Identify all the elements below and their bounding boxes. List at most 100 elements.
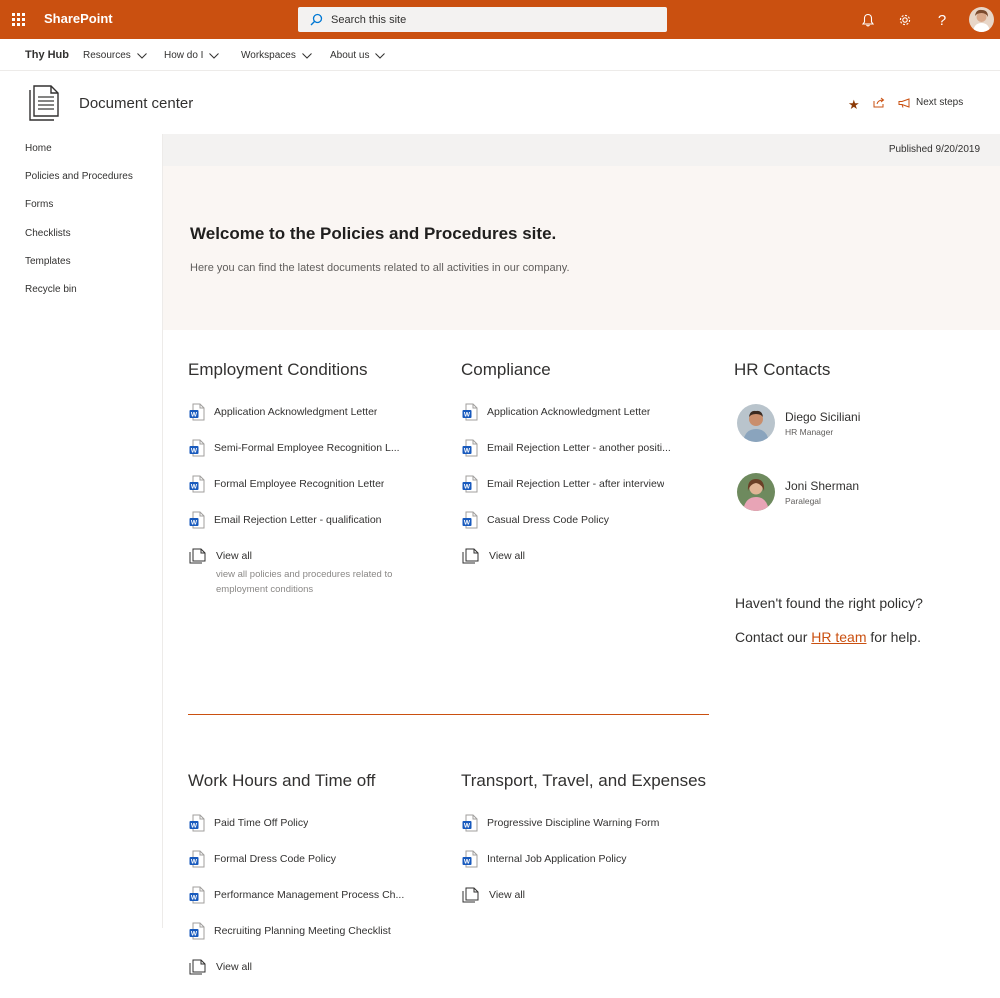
person-photo-icon <box>737 473 775 511</box>
view-all-label: View all <box>216 961 252 973</box>
view-all-link[interactable]: View all <box>462 887 525 903</box>
nav-item-recycle-bin[interactable]: Recycle bin <box>25 284 77 295</box>
hub-nav-workspaces[interactable]: Workspaces <box>241 50 312 61</box>
contact-name: Joni Sherman <box>785 478 860 493</box>
bell-icon <box>862 13 874 27</box>
document-link[interactable]: Casual Dress Code Policy <box>462 511 702 529</box>
document-label: Application Acknowledgment Letter <box>214 406 378 418</box>
document-link[interactable]: Formal Dress Code Policy <box>189 850 429 868</box>
section-title-compliance: Compliance <box>461 360 551 379</box>
word-document-icon <box>189 814 205 832</box>
site-header: Document center ★ Next steps <box>0 71 1000 134</box>
word-document-icon <box>462 439 478 457</box>
nav-item-policies[interactable]: Policies and Procedures <box>25 171 133 182</box>
document-link[interactable]: Internal Job Application Policy <box>462 850 702 868</box>
hub-title-link[interactable]: Thy Hub <box>25 49 69 61</box>
contact-details: Diego Siciliani HR Manager <box>785 410 860 437</box>
share-icon <box>873 97 885 108</box>
hub-nav-resources[interactable]: Resources <box>83 50 147 61</box>
contact-card[interactable]: Joni Sherman Paralegal <box>737 473 859 511</box>
hub-nav-about-us[interactable]: About us <box>330 50 385 61</box>
word-document-icon <box>462 511 478 529</box>
hub-nav-label: How do I <box>164 50 204 61</box>
document-label: Formal Dress Code Policy <box>214 853 336 865</box>
document-label: Email Rejection Letter - qualification <box>214 514 382 526</box>
nav-item-templates[interactable]: Templates <box>25 256 71 267</box>
nav-item-forms[interactable]: Forms <box>25 199 53 210</box>
app-launcher-icon <box>11 13 25 26</box>
notifications-button[interactable] <box>857 9 879 31</box>
document-label: Performance Management Process Ch... <box>214 889 405 901</box>
document-link[interactable]: Progressive Discipline Warning Form <box>462 814 702 832</box>
hub-nav-how-do-i[interactable]: How do I <box>164 50 219 61</box>
section-divider <box>188 714 709 715</box>
document-link[interactable]: Email Rejection Letter - qualification <box>189 511 429 529</box>
hub-nav-label: Workspaces <box>241 50 296 61</box>
word-document-icon <box>462 403 478 421</box>
share-button[interactable] <box>873 97 885 108</box>
document-label: Casual Dress Code Policy <box>487 514 609 526</box>
site-title[interactable]: Document center <box>79 95 193 112</box>
document-link[interactable]: Formal Employee Recognition Letter <box>189 475 429 493</box>
search-box[interactable] <box>298 7 667 32</box>
hub-nav-label: About us <box>330 50 370 61</box>
contact-card[interactable]: Diego Siciliani HR Manager <box>737 404 860 442</box>
document-label: Application Acknowledgment Letter <box>487 406 651 418</box>
help-icon: ? <box>937 11 947 29</box>
word-document-icon <box>189 511 205 529</box>
document-link[interactable]: Semi-Formal Employee Recognition L... <box>189 439 429 457</box>
app-name-link[interactable]: SharePoint <box>44 11 113 26</box>
document-label: Email Rejection Letter - after interview <box>487 478 665 490</box>
gear-icon <box>899 14 911 26</box>
published-bar: Published 9/20/2019 <box>163 134 1000 166</box>
document-label: Internal Job Application Policy <box>487 853 627 865</box>
section-title-work-hours: Work Hours and Time off <box>188 771 376 790</box>
nav-item-checklists[interactable]: Checklists <box>25 228 71 239</box>
document-link[interactable]: Recruiting Planning Meeting Checklist <box>189 922 429 940</box>
document-link[interactable]: Email Rejection Letter - another positi.… <box>462 439 702 457</box>
word-document-icon <box>189 922 205 940</box>
help-button[interactable]: ? <box>931 9 953 31</box>
word-document-icon <box>189 403 205 421</box>
star-filled-icon: ★ <box>848 97 860 112</box>
published-date: Published 9/20/2019 <box>888 144 980 155</box>
search-icon <box>310 13 323 26</box>
contact-name: Diego Siciliani <box>785 409 861 424</box>
document-link[interactable]: Application Acknowledgment Letter <box>189 403 429 421</box>
account-avatar[interactable] <box>969 7 994 32</box>
search-input[interactable] <box>331 13 631 26</box>
avatar <box>737 404 775 442</box>
document-link[interactable]: Application Acknowledgment Letter <box>462 403 702 421</box>
document-link[interactable]: Paid Time Off Policy <box>189 814 429 832</box>
chevron-down-icon <box>375 53 385 59</box>
folder-view-icon <box>189 548 207 564</box>
left-navigation: Home Policies and Procedures Forms Check… <box>0 134 163 928</box>
view-all-link[interactable]: View all <box>189 959 252 975</box>
favorite-button[interactable]: ★ <box>848 97 860 113</box>
next-steps-label: Next steps <box>916 97 964 108</box>
next-steps-button[interactable]: Next steps <box>898 97 963 108</box>
hr-team-link[interactable]: HR team <box>811 629 866 645</box>
document-link[interactable]: Email Rejection Letter - after interview <box>462 475 702 493</box>
nav-item-home[interactable]: Home <box>25 143 52 154</box>
document-link[interactable]: Performance Management Process Ch... <box>189 886 429 904</box>
word-document-icon <box>189 886 205 904</box>
welcome-subtitle: Here you can find the latest documents r… <box>190 262 570 274</box>
suite-bar: SharePoint ? <box>0 0 1000 39</box>
contact-role: HR Manager <box>785 426 834 437</box>
settings-button[interactable] <box>894 9 916 31</box>
folder-view-icon <box>462 887 480 903</box>
help-suffix: for help. <box>866 629 921 645</box>
app-launcher-button[interactable] <box>0 0 36 39</box>
view-all-label: View all <box>489 550 525 562</box>
megaphone-icon <box>898 97 910 108</box>
document-label: Recruiting Planning Meeting Checklist <box>214 925 391 937</box>
contact-details: Joni Sherman Paralegal <box>785 479 859 506</box>
view-all-link[interactable]: View all <box>189 548 252 564</box>
avatar <box>737 473 775 511</box>
folder-view-icon <box>462 548 480 564</box>
user-photo-icon <box>969 7 994 32</box>
view-all-link[interactable]: View all <box>462 548 525 564</box>
word-document-icon <box>462 814 478 832</box>
document-label: Paid Time Off Policy <box>214 817 309 829</box>
